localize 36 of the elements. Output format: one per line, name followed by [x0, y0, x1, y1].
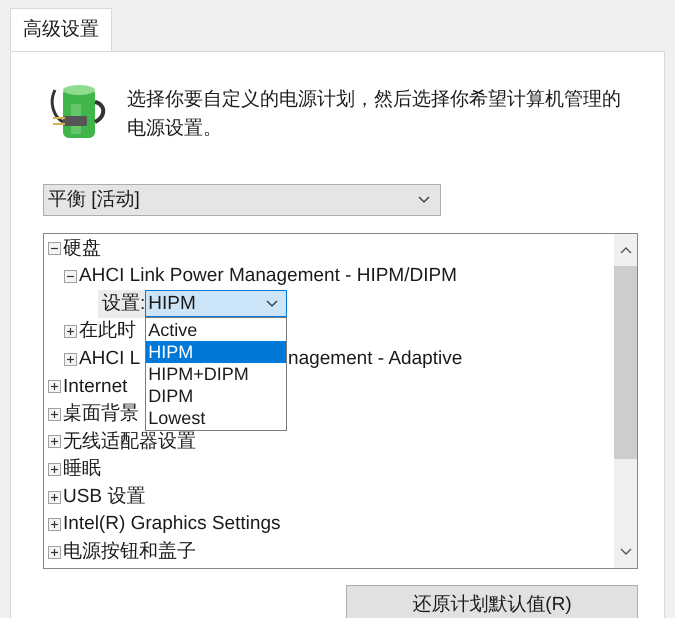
scroll-thumb[interactable]	[614, 266, 637, 459]
chevron-down-icon	[266, 300, 278, 308]
expand-icon[interactable]	[64, 352, 77, 366]
collapse-icon[interactable]	[64, 270, 77, 283]
dropdown-option[interactable]: HIPM	[146, 341, 286, 364]
tree-item[interactable]: AHCI Link Power Management - HIPM/DIPM	[79, 262, 458, 291]
setting-dropdown[interactable]: HIPM	[145, 290, 288, 318]
scrollbar[interactable]	[614, 234, 637, 568]
tree-item[interactable]: Internet	[63, 372, 128, 402]
description-text: 选择你要自定义的电源计划，然后选择你希望计算机管理的电源设置。	[127, 88, 622, 141]
tree-item-text: nagement - Adaptive	[288, 346, 462, 371]
expand-icon[interactable]	[64, 325, 77, 338]
tab[interactable]: 高级设置	[10, 8, 112, 51]
tree-item[interactable]: 电源按钮和盖子	[63, 538, 196, 567]
tree-item[interactable]: 在此时	[79, 317, 136, 346]
expand-icon[interactable]	[48, 518, 61, 532]
chevron-down-icon	[418, 196, 430, 204]
plan-dropdown[interactable]: 平衡 [活动]	[43, 184, 441, 216]
collapse-icon[interactable]	[48, 242, 61, 256]
expand-icon[interactable]	[48, 490, 61, 504]
tree-item[interactable]: 桌面背景	[63, 400, 139, 429]
expand-icon[interactable]	[48, 463, 61, 476]
setting-label: 设置:	[98, 290, 146, 318]
expand-icon[interactable]	[48, 435, 61, 448]
tree-item[interactable]: USB 设置	[63, 482, 146, 512]
expand-icon[interactable]	[48, 408, 61, 421]
expand-icon[interactable]	[48, 380, 61, 394]
tree-item[interactable]: 睡眠	[63, 455, 101, 484]
tree-item[interactable]: AHCI L	[79, 344, 140, 374]
expand-icon[interactable]	[48, 546, 61, 559]
tree-item[interactable]: Intel(R) Graphics Settings	[63, 510, 281, 539]
restore-defaults-button[interactable]: 还原计划默认值(R)	[346, 585, 638, 618]
scroll-down-icon[interactable]	[620, 548, 632, 556]
tree-item[interactable]: 硬盘	[63, 234, 101, 264]
tree-item[interactable]: 无线适配器设置	[63, 428, 196, 456]
scroll-up-icon[interactable]	[620, 246, 632, 254]
